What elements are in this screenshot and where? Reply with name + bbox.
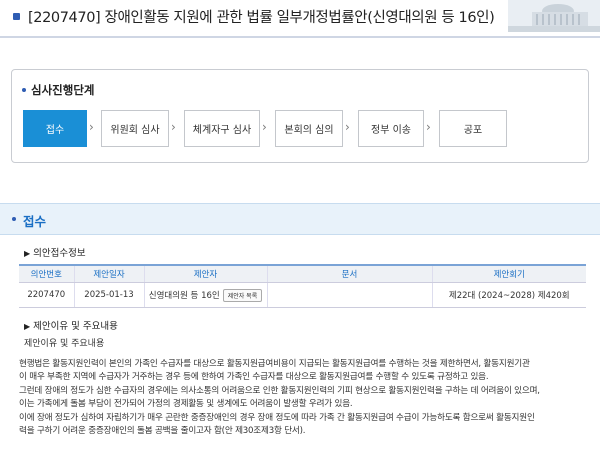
table-row: 2207470 2025-01-13 신영대의원 등 16인 제안자 목록 제22…	[19, 282, 586, 308]
section-title: 접수	[23, 214, 47, 229]
reason-line: 력을 구하기 어려운 중증장애인의 돌봄 공백을 줄이고자 함(안 제30조제3…	[19, 426, 306, 437]
stage-step-gov-transfer[interactable]: 정부 이송	[358, 110, 424, 147]
header-divider	[0, 36, 600, 38]
reason-line: 이는 가족에게 돌봄 부담이 전가되어 가정의 경제활동 및 생계에도 어려움이…	[19, 399, 353, 410]
chevron-right-icon: ›	[345, 120, 350, 134]
session-cell: 제22대 (2024~2028) 제420회	[432, 282, 586, 308]
triangle-right-icon: ▶	[24, 322, 31, 331]
stage-heading: 심사진행단계	[22, 82, 94, 98]
reason-line: 이 매우 부족한 지역에 수급자가 거주하는 경우 등에 한하여 가족인 수급자…	[19, 372, 489, 383]
bill-number-cell: 2207470	[19, 282, 75, 308]
receipt-info-table: 의안번호 제안일자 제안자 문서 제안회기 2207470 2025-01-13…	[19, 264, 586, 308]
page-title: [2207470] 장애인활동 지원에 관한 법률 일부개정법률안(신영대의원 …	[28, 10, 495, 26]
national-assembly-building-icon	[508, 0, 600, 32]
column-header: 문서	[267, 264, 433, 283]
stage-step-label: 본회의 심의	[284, 125, 334, 136]
title-bullet-icon	[13, 13, 20, 20]
heading-bullet-icon	[22, 87, 26, 92]
column-header: 제안회기	[432, 264, 586, 283]
column-header: 제안일자	[74, 264, 145, 283]
receipt-info-heading: ▶ 의안접수정보	[24, 245, 86, 259]
reason-line: 그런데 장애의 정도가 심한 수급자의 경우에는 의사소통의 어려움으로 인한 …	[19, 385, 540, 396]
stage-step-received[interactable]: 접수	[23, 110, 87, 147]
chevron-right-icon: ›	[262, 120, 267, 134]
section-header-received: 접수	[0, 203, 600, 235]
proposer-cell: 신영대의원 등 16인 제안자 목록	[144, 282, 268, 308]
reason-heading: ▶ 제안이유 및 주요내용	[24, 318, 118, 332]
stage-step-label: 위원회 심사	[110, 125, 160, 136]
stage-step-promulgation[interactable]: 공포	[439, 110, 507, 147]
chevron-right-icon: ›	[89, 120, 94, 134]
stage-step-legal-review[interactable]: 체계자구 심사	[184, 110, 260, 147]
receipt-heading-text: 의안접수정보	[33, 248, 86, 259]
chevron-right-icon: ›	[171, 120, 176, 134]
chevron-right-icon: ›	[426, 120, 431, 134]
reason-line: 현행법은 활동지원인력이 본인의 가족인 수급자를 대상으로 활동지원급여비용이…	[19, 359, 530, 369]
page-header: [2207470] 장애인활동 지원에 관한 법률 일부개정법률안(신영대의원 …	[0, 0, 600, 38]
reason-subheading: 제안이유 및 주요내용	[24, 339, 105, 349]
reason-body: 현행법은 활동지원인력이 본인의 가족인 수급자를 대상으로 활동지원급여비용이…	[19, 358, 589, 438]
section-bullet-icon	[12, 217, 16, 221]
stage-heading-text: 심사진행단계	[31, 83, 95, 97]
reason-line: 이에 장애 정도가 심하여 자립하기가 매우 곤란한 중증장애인의 경우 장애 …	[19, 412, 535, 423]
stage-step-label: 체계자구 심사	[192, 125, 252, 136]
proposal-date-cell: 2025-01-13	[74, 282, 145, 308]
stage-step-label: 접수	[45, 125, 65, 136]
proposer-text: 신영대의원 등 16인	[148, 290, 220, 301]
column-header: 제안자	[144, 264, 268, 283]
stage-step-label: 정부 이송	[371, 125, 411, 136]
reason-heading-text: 제안이유 및 주요내용	[33, 321, 118, 332]
proposer-list-button[interactable]: 제안자 목록	[222, 288, 263, 302]
triangle-right-icon: ▶	[24, 249, 31, 258]
stage-step-committee[interactable]: 위원회 심사	[101, 110, 169, 147]
document-cell	[267, 282, 433, 308]
review-stage-panel: 심사진행단계 접수 › 위원회 심사 › 체계자구 심사 › 본회의 심의 › …	[11, 69, 589, 163]
stage-step-plenary[interactable]: 본회의 심의	[275, 110, 343, 147]
table-header-row: 의안번호 제안일자 제안자 문서 제안회기	[19, 264, 586, 283]
column-header: 의안번호	[19, 264, 75, 283]
stage-step-label: 공포	[463, 125, 483, 136]
